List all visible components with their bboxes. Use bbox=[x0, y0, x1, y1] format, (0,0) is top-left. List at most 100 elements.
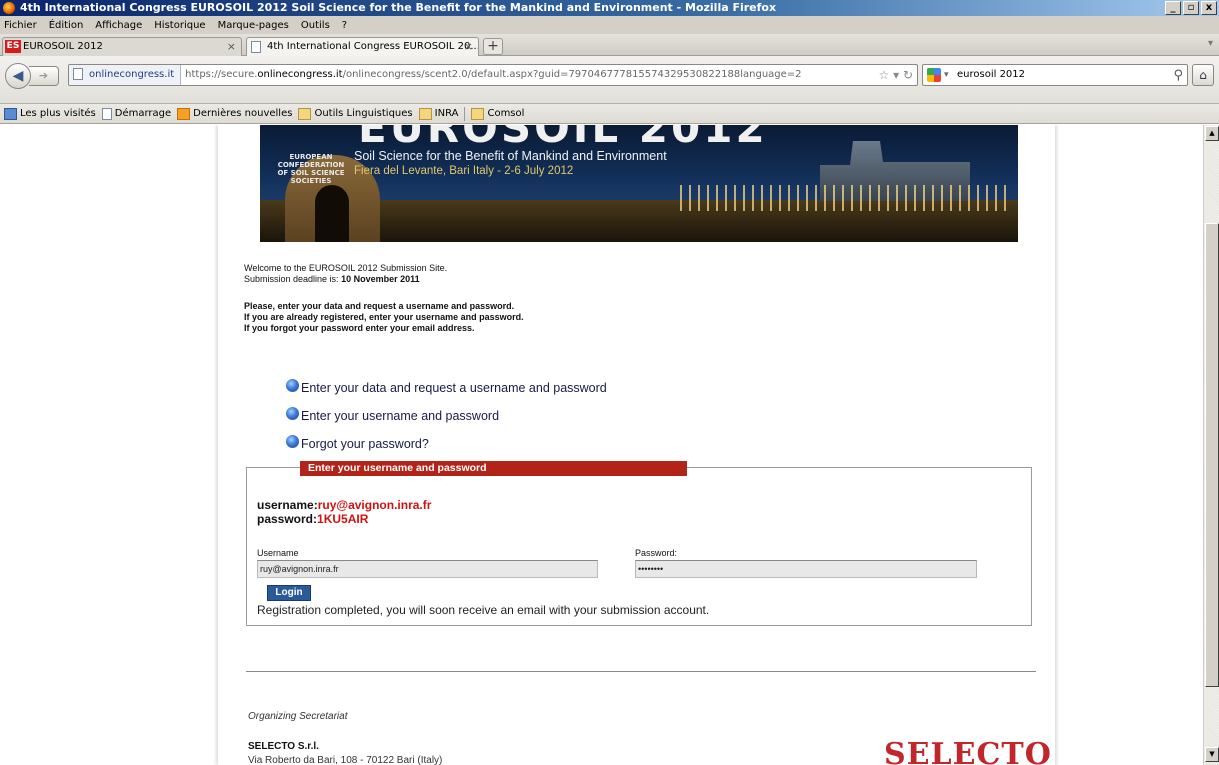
menu-edition[interactable]: Édition bbox=[48, 20, 85, 31]
menu-help[interactable]: ? bbox=[341, 20, 348, 31]
folder-icon bbox=[418, 107, 432, 120]
option-login[interactable]: Enter your username and password bbox=[286, 402, 607, 430]
site-name: onlinecongress.it bbox=[89, 69, 175, 80]
instructions: Please, enter your data and request a us… bbox=[244, 301, 524, 334]
url-bar[interactable]: onlinecongress.it https://secure.onlinec… bbox=[68, 64, 918, 86]
close-button[interactable]: x bbox=[1201, 1, 1217, 15]
search-input[interactable]: eurosoil 2012 bbox=[957, 69, 1025, 80]
credentials-display: username:ruy@avignon.inra.fr password:1K… bbox=[257, 498, 431, 526]
home-button[interactable]: ⌂ bbox=[1192, 64, 1214, 86]
close-icon[interactable]: × bbox=[227, 38, 236, 56]
navigation-bar: ➔ ◀ onlinecongress.it https://secure.onl… bbox=[0, 56, 1219, 104]
bookmark-dernieres-nouvelles[interactable]: Dernières nouvelles bbox=[177, 107, 292, 120]
page-viewport: EUROSOIL 2012 EUROPEAN CONFEDERATION OF … bbox=[0, 125, 1203, 765]
tab-congress[interactable]: 4th International Congress EUROSOIL 20..… bbox=[246, 37, 479, 56]
welcome-text: Welcome to the EUROSOIL 2012 Submission … bbox=[244, 263, 447, 285]
tab-label: EUROSOIL 2012 bbox=[23, 41, 103, 52]
company-address: Via Roberto da Bari, 108 - 70122 Bari (I… bbox=[248, 755, 443, 765]
window-controls: _ ▫ x bbox=[1165, 1, 1217, 15]
org-line: OF SOIL SCIENCE bbox=[277, 169, 345, 177]
password-label: Password: bbox=[635, 548, 678, 558]
instruction-line: Please, enter your data and request a us… bbox=[244, 301, 515, 311]
banner-title: EUROSOIL 2012 bbox=[358, 125, 768, 152]
folder-icon bbox=[298, 107, 312, 120]
page-icon bbox=[251, 41, 261, 53]
deadline-value: 10 November 2011 bbox=[341, 274, 420, 284]
registration-message: Registration completed, you will soon re… bbox=[257, 603, 710, 617]
scroll-down-icon[interactable]: ▼ bbox=[1205, 747, 1219, 762]
tab-list-icon[interactable]: ▾ bbox=[1208, 38, 1213, 49]
bookmark-icon bbox=[4, 107, 17, 120]
tab-bar: ES EUROSOIL 2012 × 4th International Con… bbox=[0, 34, 1219, 56]
url-text: https://secure.onlinecongress.it/onlinec… bbox=[185, 69, 802, 80]
confederation-label: EUROPEAN CONFEDERATION OF SOIL SCIENCE S… bbox=[266, 153, 356, 185]
bookmark-inra[interactable]: INRA bbox=[418, 107, 458, 120]
banner-subtitle: Soil Science for the Benefit of Mankind … bbox=[354, 149, 667, 163]
minimize-button[interactable]: _ bbox=[1165, 1, 1181, 15]
firefox-icon bbox=[3, 2, 15, 14]
forward-button[interactable]: ➔ bbox=[29, 66, 59, 86]
bookmark-outils-linguistiques[interactable]: Outils Linguistiques bbox=[298, 107, 413, 120]
password-field[interactable]: •••••••• bbox=[635, 560, 977, 578]
eurosoil-banner: EUROSOIL 2012 EUROPEAN CONFEDERATION OF … bbox=[260, 125, 1018, 242]
menu-marque-pages[interactable]: Marque-pages bbox=[217, 20, 290, 31]
bullet-icon bbox=[286, 378, 299, 392]
menu-affichage[interactable]: Affichage bbox=[94, 20, 143, 31]
tab-label: 4th International Congress EUROSOIL 20..… bbox=[267, 41, 479, 52]
window-title: 4th International Congress EUROSOIL 2012… bbox=[20, 1, 777, 14]
org-line: EUROPEAN bbox=[289, 153, 333, 161]
option-forgot-password[interactable]: Forgot your password? bbox=[286, 430, 607, 458]
es-logo-icon: ES bbox=[5, 40, 21, 53]
bookmark-comsol[interactable]: Comsol bbox=[471, 107, 524, 120]
menu-bar: Fichier Édition Affichage Historique Mar… bbox=[0, 16, 1219, 34]
maximize-button[interactable]: ▫ bbox=[1183, 1, 1199, 15]
username-field[interactable]: ruy@avignon.inra.fr bbox=[257, 560, 598, 578]
bookmark-separator bbox=[464, 106, 466, 121]
folder-icon bbox=[471, 107, 485, 120]
scroll-up-icon[interactable]: ▲ bbox=[1205, 126, 1219, 141]
menu-outils[interactable]: Outils bbox=[300, 20, 331, 31]
menu-fichier[interactable]: Fichier bbox=[3, 20, 38, 31]
bookmarks-toolbar: Les plus visités Démarrage Dernières nou… bbox=[0, 104, 1219, 124]
organizing-secretariat-label: Organizing Secretariat bbox=[248, 711, 348, 722]
site-identity[interactable]: onlinecongress.it bbox=[69, 65, 182, 85]
username-label: Username bbox=[257, 548, 299, 558]
vertical-scrollbar[interactable]: ▲ ▼ bbox=[1203, 125, 1219, 765]
chevron-down-icon[interactable]: ▾ bbox=[944, 65, 949, 85]
menu-historique[interactable]: Historique bbox=[153, 20, 206, 31]
google-icon bbox=[927, 68, 941, 82]
back-forward-group: ➔ ◀ bbox=[5, 63, 65, 89]
instruction-line: If you are already registered, enter you… bbox=[244, 312, 524, 322]
welcome-line: Welcome to the EUROSOIL 2012 Submission … bbox=[244, 263, 448, 273]
new-tab-button[interactable]: + bbox=[483, 38, 503, 55]
deadline-line: Submission deadline is: 10 November 2011 bbox=[244, 274, 420, 284]
instruction-line: If you forgot your password enter your e… bbox=[244, 323, 475, 333]
window-titlebar: 4th International Congress EUROSOIL 2012… bbox=[0, 0, 1219, 16]
bookmark-demarrage[interactable]: Démarrage bbox=[101, 107, 171, 120]
org-line: SOCIETIES bbox=[290, 177, 332, 185]
search-icon[interactable]: ⚲ bbox=[1173, 66, 1183, 86]
tab-eurosoil[interactable]: ES EUROSOIL 2012 × bbox=[2, 37, 242, 56]
bookmark-les-plus-visites[interactable]: Les plus visités bbox=[4, 107, 96, 120]
login-button[interactable]: Login bbox=[267, 585, 311, 601]
page-icon bbox=[101, 107, 112, 120]
bullet-icon bbox=[286, 406, 299, 420]
divider bbox=[246, 671, 1036, 672]
close-icon[interactable]: × bbox=[464, 38, 473, 56]
scrollbar-thumb[interactable] bbox=[1205, 223, 1219, 687]
options-list: Enter your data and request a username a… bbox=[286, 374, 607, 458]
search-bar[interactable]: ▾ eurosoil 2012 ⚲ bbox=[922, 64, 1188, 86]
login-legend: Enter your username and password bbox=[300, 461, 687, 476]
org-line: CONFEDERATION bbox=[277, 161, 345, 169]
password-display: password:1KU5AIR bbox=[257, 512, 369, 526]
page-icon bbox=[73, 68, 83, 80]
rss-icon bbox=[177, 107, 191, 120]
reload-icon[interactable]: ☆ ▾ ↻ bbox=[879, 65, 913, 85]
option-request-account[interactable]: Enter your data and request a username a… bbox=[286, 374, 607, 402]
company-name: SELECTO S.r.l. bbox=[248, 741, 319, 752]
banner-venue: Fiera del Levante, Bari Italy - 2-6 July… bbox=[354, 165, 574, 177]
banner-lights bbox=[680, 185, 1010, 211]
bullet-icon bbox=[286, 434, 299, 448]
back-button[interactable]: ◀ bbox=[5, 63, 31, 89]
username-display: username:ruy@avignon.inra.fr bbox=[257, 498, 432, 512]
